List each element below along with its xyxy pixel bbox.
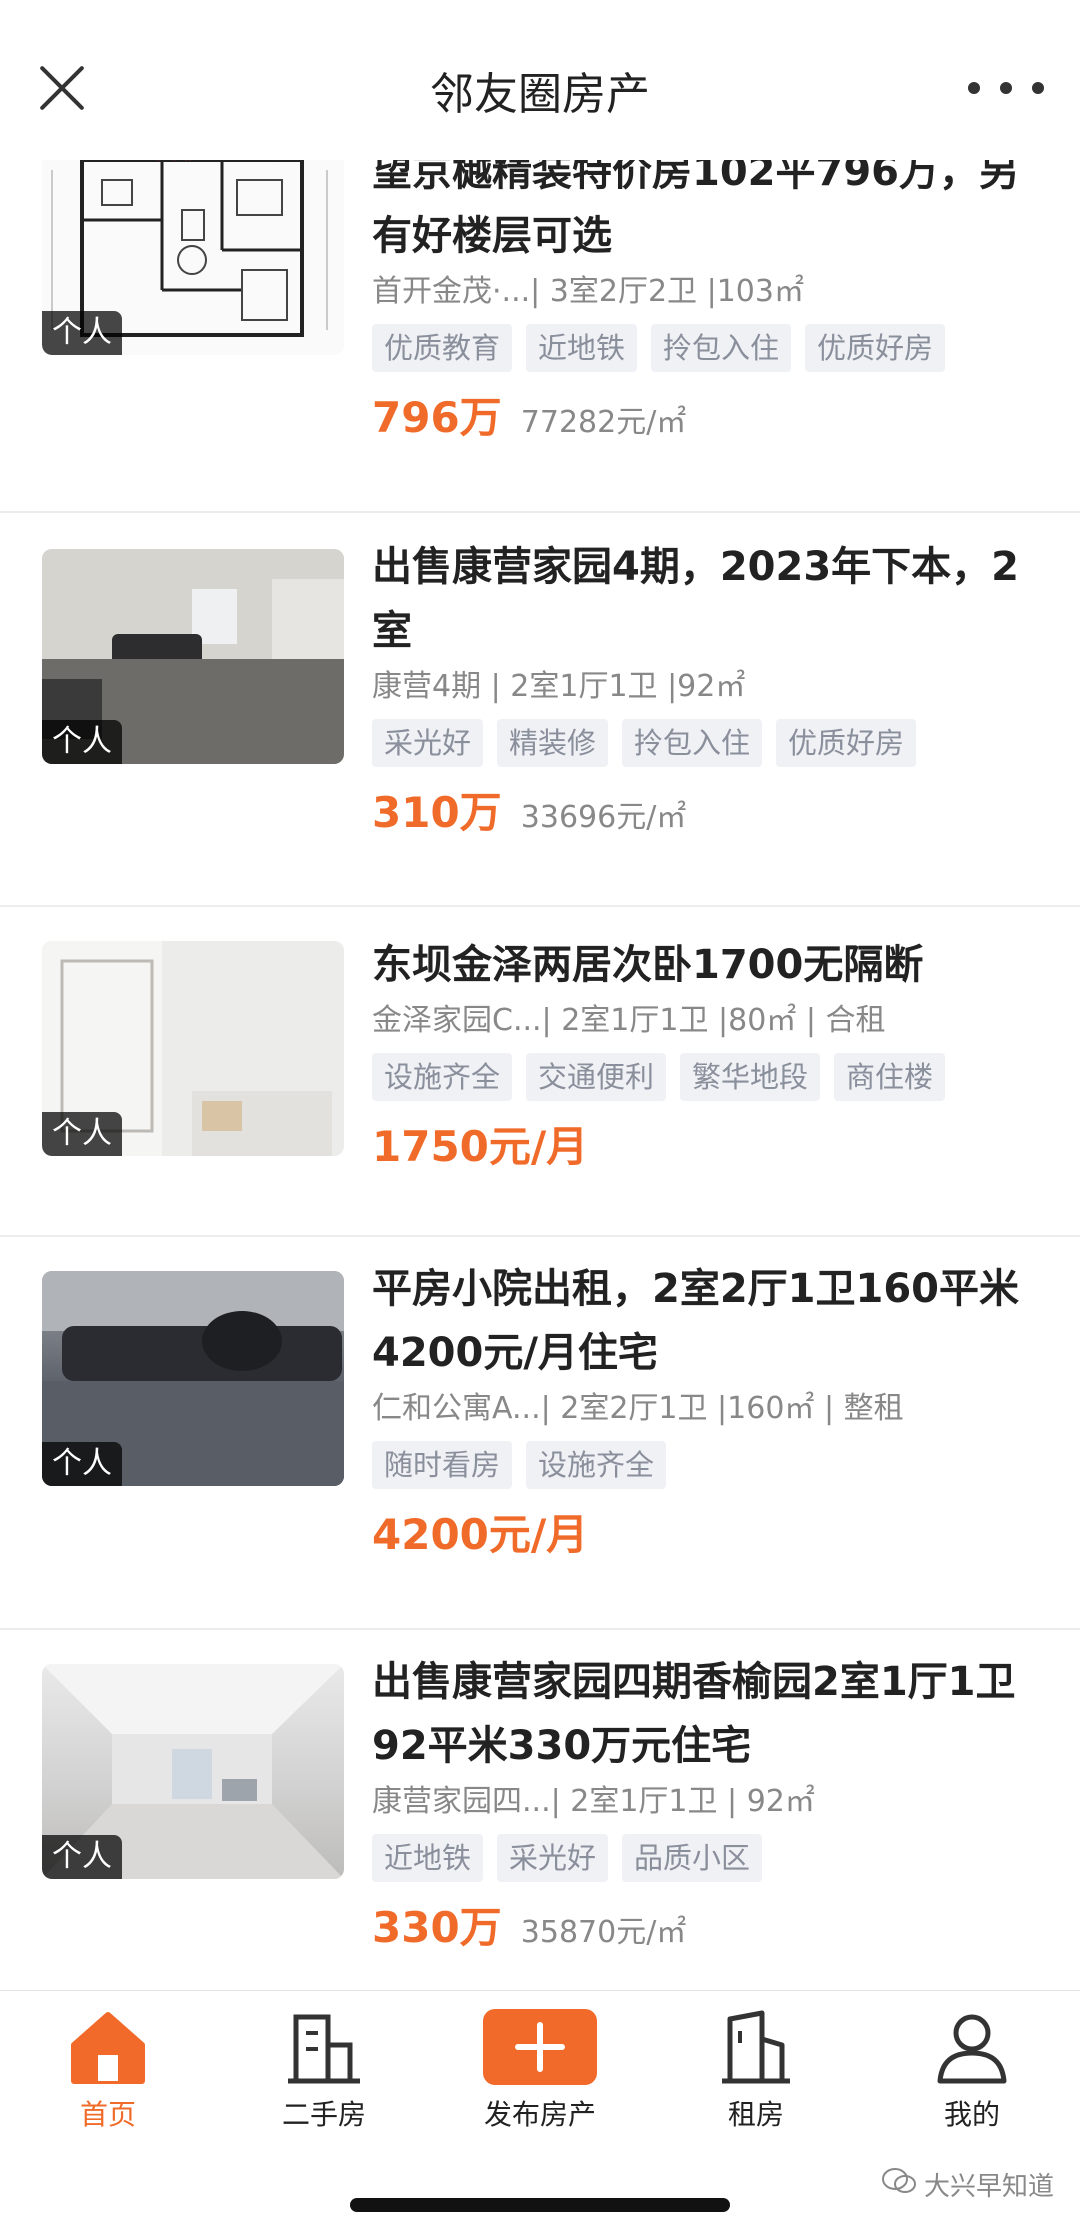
price: 1750元/月 <box>372 1122 589 1171</box>
header-bar: 邻友圈房产 <box>0 0 1080 160</box>
list-item[interactable]: 首低 796万 个人 望京樾精装特价房102平796万，另有好楼层可选 首开金茂… <box>0 140 1080 513</box>
listing-title: 东坝金泽两居次卧1700无隔断 <box>372 942 924 988</box>
listing-photo: 个人 <box>42 1271 344 1486</box>
listing-meta: 仁和公寓A...| 2室2厅1卫 |160㎡ | 整租 <box>372 1391 904 1426</box>
tag: 设施齐全 <box>526 1441 667 1489</box>
nav-label: 二手房 <box>281 2098 366 2131</box>
price: 4200元/月 <box>372 1510 589 1559</box>
list-item[interactable]: 个人 平房小院出租，2室2厅1卫160平米4200元/月住宅 仁和公寓A...|… <box>0 1237 1080 1630</box>
listing-photo: 个人 <box>42 1664 344 1879</box>
tag: 采光好 <box>497 1834 609 1882</box>
more-dots-icon[interactable] <box>968 78 1044 98</box>
tag: 繁华地段 <box>680 1053 821 1101</box>
nav-label: 我的 <box>943 2098 1000 2131</box>
home-indicator <box>350 2198 730 2212</box>
tag-list: 采光好 精装修 拎包入住 优质好房 <box>372 719 1032 767</box>
tag-list: 设施齐全 交通便利 繁华地段 商住楼 <box>372 1053 1032 1101</box>
listing-meta: 首开金茂·...| 3室2厅2卫 |103㎡ <box>372 274 804 309</box>
tag-list: 近地铁 采光好 品质小区 <box>372 1834 1032 1882</box>
wechat-icon <box>881 2167 916 2202</box>
nav-home[interactable]: 首页 <box>0 1991 216 2142</box>
nav-rent[interactable]: 租房 <box>648 1991 864 2142</box>
owner-badge: 个人 <box>42 1112 122 1156</box>
watermark-text: 大兴早知道 <box>923 2172 1054 2202</box>
plus-icon <box>483 2009 597 2085</box>
listing-meta: 康营4期 | 2室1厅1卫 |92㎡ <box>372 669 746 704</box>
unit-price: 77282元/㎡ <box>520 405 687 440</box>
tag: 近地铁 <box>526 324 638 372</box>
nav-secondhand[interactable]: 二手房 <box>216 1991 432 2142</box>
owner-badge: 个人 <box>42 720 122 764</box>
listing-photo: 个人 <box>42 941 344 1156</box>
owner-badge: 个人 <box>42 1442 122 1486</box>
unit-price: 35870元/㎡ <box>520 1915 687 1950</box>
listing-meta: 金泽家园C...| 2室1厅1卫 |80㎡ | 合租 <box>372 1003 886 1038</box>
list-item[interactable]: 个人 出售康营家园四期香榆园2室1厅1卫92平米330万元住宅 康营家园四...… <box>0 1630 1080 2010</box>
tag: 交通便利 <box>526 1053 667 1101</box>
nav-label: 租房 <box>727 2098 784 2131</box>
tag-list: 随时看房 设施齐全 <box>372 1441 1032 1489</box>
nav-label: 发布房产 <box>483 2098 596 2131</box>
owner-badge: 个人 <box>42 1835 122 1879</box>
watermark: 大兴早知道 <box>881 2166 1054 2203</box>
owner-badge: 个人 <box>42 311 122 355</box>
tag: 近地铁 <box>372 1834 484 1882</box>
price: 796万 <box>372 393 502 442</box>
home-icon <box>68 2009 148 2085</box>
apartment-icon <box>716 2009 796 2085</box>
listing-title: 出售康营家园四期香榆园2室1厅1卫92平米330万元住宅 <box>372 1659 1016 1769</box>
listing-title: 出售康营家园4期，2023年下本，2室 <box>372 544 1019 654</box>
tag: 精装修 <box>497 719 609 767</box>
price: 330万 <box>372 1903 502 1952</box>
nav-mine[interactable]: 我的 <box>864 1991 1080 2142</box>
floorplan-image: 首低 796万 个人 <box>42 140 344 355</box>
tag: 品质小区 <box>622 1834 763 1882</box>
tag: 设施齐全 <box>372 1053 513 1101</box>
bottom-nav: 首页 二手房 发布房产 租房 我的 <box>0 1990 1080 2142</box>
tag-list: 优质教育 近地铁 拎包入住 优质好房 <box>372 324 1032 372</box>
unit-price: 33696元/㎡ <box>520 800 687 835</box>
tag: 优质好房 <box>805 324 946 372</box>
listing-meta: 康营家园四...| 2室1厅1卫 | 92㎡ <box>372 1784 815 1819</box>
nav-publish[interactable]: 发布房产 <box>432 1991 648 2142</box>
tag: 拎包入住 <box>622 719 763 767</box>
tag: 随时看房 <box>372 1441 513 1489</box>
tag: 优质教育 <box>372 324 513 372</box>
nav-label: 首页 <box>79 2098 136 2131</box>
list-item[interactable]: 个人 东坝金泽两居次卧1700无隔断 金泽家园C...| 2室1厅1卫 |80㎡… <box>0 907 1080 1237</box>
tag: 商住楼 <box>834 1053 946 1101</box>
tag: 优质好房 <box>776 719 917 767</box>
listing-photo: 个人 <box>42 549 344 764</box>
tag: 拎包入住 <box>651 324 792 372</box>
building-icon <box>284 2009 364 2085</box>
listing-title: 平房小院出租，2室2厅1卫160平米4200元/月住宅 <box>372 1266 1019 1376</box>
tag: 采光好 <box>372 719 484 767</box>
list-item[interactable]: 个人 出售康营家园4期，2023年下本，2室 康营4期 | 2室1厅1卫 |92… <box>0 515 1080 907</box>
page-title: 邻友圈房产 <box>430 69 650 120</box>
price: 310万 <box>372 788 502 837</box>
user-icon <box>932 2009 1012 2085</box>
